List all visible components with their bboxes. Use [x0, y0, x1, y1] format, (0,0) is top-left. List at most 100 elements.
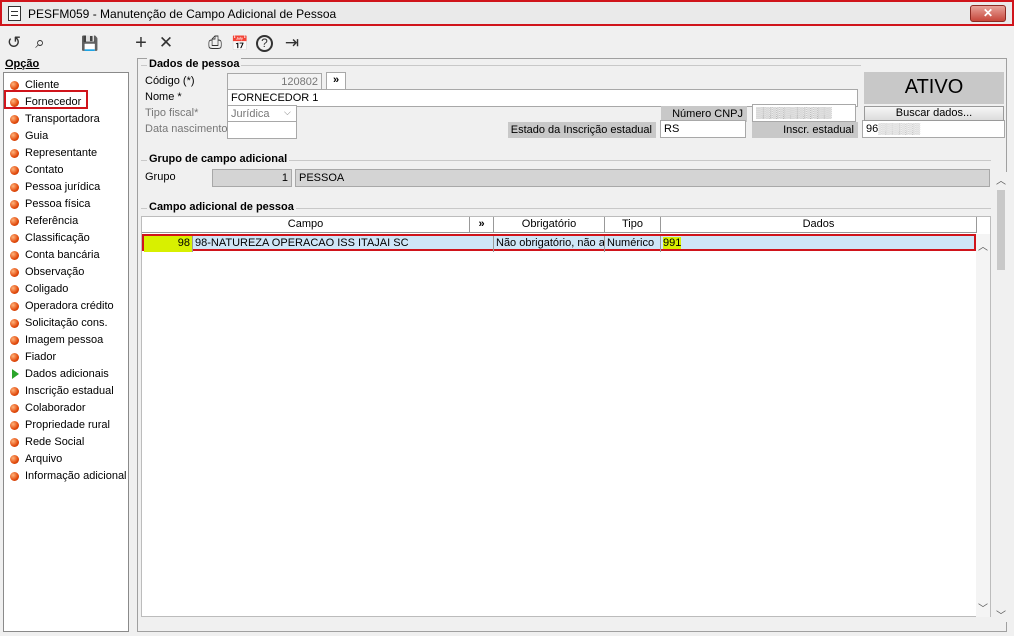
option-fiador[interactable]: Fiador	[8, 349, 126, 366]
option-pessoa-juridica[interactable]: Pessoa jurídica	[8, 179, 126, 196]
grupo-group: Grupo de campo adicional	[141, 153, 991, 165]
option-imagem-pessoa[interactable]: Imagem pessoa	[8, 332, 126, 349]
bullet-icon	[10, 472, 19, 481]
option-contato[interactable]: Contato	[8, 162, 126, 179]
option-guia[interactable]: Guia	[8, 128, 126, 145]
grupo-code-field[interactable]: 1	[212, 169, 292, 187]
options-list: Cliente Fornecedor Transportadora Guia R…	[3, 72, 129, 632]
title-bar: PESFM059 - Manutenção de Campo Adicional…	[0, 0, 1014, 26]
option-propriedade-rural[interactable]: Propriedade rural	[8, 417, 126, 434]
row-obrigatorio: Não obrigatório, não a	[494, 236, 605, 252]
row-tipo: Numérico	[605, 236, 661, 252]
document-icon	[8, 6, 21, 21]
add-icon[interactable]: +	[131, 33, 151, 54]
inscr-estadual-redacted: ▒▒▒▒▒▒	[878, 123, 920, 135]
nome-label: Nome *	[145, 91, 182, 103]
col-dados-header[interactable]: Dados	[661, 217, 977, 233]
bullet-icon	[10, 438, 19, 447]
grupo-name-field: PESSOA	[295, 169, 990, 187]
inscr-estadual-field[interactable]: 96▒▒▒▒▒▒	[862, 120, 1005, 138]
option-observacao[interactable]: Observação	[8, 264, 126, 281]
search-icon[interactable]: ⌕	[30, 34, 50, 54]
campo-grid: Campo » Obrigatório Tipo Dados 98 98-NAT…	[141, 216, 991, 617]
bullet-icon	[10, 285, 19, 294]
panel-scrollbar[interactable]: ︿ ﹀	[994, 172, 1008, 622]
inscr-estadual-label: Inscr. estadual	[752, 122, 858, 138]
option-dados-adicionais[interactable]: Dados adicionais	[8, 366, 126, 383]
option-transportadora[interactable]: Transportadora	[8, 111, 126, 128]
dados-pessoa-title: Dados de pessoa	[147, 58, 242, 70]
option-pessoa-fisica[interactable]: Pessoa física	[8, 196, 126, 213]
inscr-estadual-value: 96	[866, 123, 879, 135]
campo-title: Campo adicional de pessoa	[147, 201, 296, 213]
bullet-icon	[10, 217, 19, 226]
bullet-icon	[10, 251, 19, 260]
option-rede-social[interactable]: Rede Social	[8, 434, 126, 451]
print-icon[interactable]: ⎙	[205, 34, 225, 54]
bullet-icon	[10, 200, 19, 209]
bullet-icon	[10, 81, 19, 90]
undo-icon[interactable]: ↺	[4, 34, 24, 54]
option-referencia[interactable]: Referência	[8, 213, 126, 230]
options-label: Opção	[5, 58, 40, 70]
campo-group: Campo adicional de pessoa	[141, 201, 991, 213]
col-tipo-header[interactable]: Tipo	[605, 217, 661, 233]
bullet-icon	[10, 149, 19, 158]
grupo-label: Grupo	[145, 171, 176, 183]
option-coligado[interactable]: Coligado	[8, 281, 126, 298]
bullet-icon	[10, 302, 19, 311]
row-code: 98	[144, 236, 193, 252]
cnpj-field[interactable]: ▒▒▒▒▒▒▒▒▒▒▒	[752, 104, 856, 122]
save-icon[interactable]: 💾	[80, 34, 100, 54]
remove-icon[interactable]: ✕	[156, 34, 176, 54]
row-campo-name: 98-NATUREZA OPERACAO ISS ITAJAI SC	[193, 236, 494, 252]
option-operadora-credito[interactable]: Operadora crédito	[8, 298, 126, 315]
option-informacao-adicional[interactable]: Informação adicional	[8, 468, 127, 485]
buscar-dados-button[interactable]: Buscar dados...	[864, 106, 1004, 121]
toolbar: ↺ ⌕ 💾 + ✕ ⎙ 📅 ? ⇥	[0, 26, 1014, 58]
data-nascimento-label: Data nascimento	[145, 123, 228, 135]
tipo-fiscal-label: Tipo fiscal*	[145, 107, 199, 119]
bullet-icon	[10, 353, 19, 362]
chevron-down-icon: ⌵	[284, 107, 291, 117]
exit-icon[interactable]: ⇥	[282, 34, 302, 54]
estado-ie-field[interactable]: RS	[660, 120, 746, 138]
bullet-icon	[10, 268, 19, 277]
data-nascimento-field[interactable]	[227, 121, 297, 139]
col-campo-header[interactable]: Campo	[142, 217, 470, 233]
col-expand-button[interactable]: »	[470, 217, 494, 233]
codigo-lookup-button[interactable]: »	[326, 72, 346, 90]
option-arquivo[interactable]: Arquivo	[8, 451, 126, 468]
fornecedor-highlight	[4, 90, 88, 109]
option-solicitacao-cons[interactable]: Solicitação cons.	[8, 315, 126, 332]
close-button[interactable]: ✕	[970, 5, 1006, 22]
option-inscricao-estadual[interactable]: Inscrição estadual	[8, 383, 126, 400]
bullet-icon	[10, 234, 19, 243]
scroll-down-icon[interactable]: ﹀	[978, 600, 988, 615]
bullet-icon	[10, 387, 19, 396]
codigo-label: Código (*)	[145, 75, 195, 87]
col-obrigatorio-header[interactable]: Obrigatório	[494, 217, 605, 233]
calendar-icon[interactable]: 📅	[230, 34, 250, 54]
option-conta-bancaria[interactable]: Conta bancária	[8, 247, 126, 264]
table-row[interactable]: 98 98-NATUREZA OPERACAO ISS ITAJAI SC Nã…	[142, 234, 976, 252]
bullet-icon	[10, 132, 19, 141]
option-classificacao[interactable]: Classificação	[8, 230, 126, 247]
bullet-icon	[10, 336, 19, 345]
grid-scrollbar[interactable]: ︿ ﹀	[976, 234, 990, 617]
bullet-icon	[10, 183, 19, 192]
scroll-down-icon[interactable]: ﹀	[996, 607, 1006, 622]
scroll-up-icon[interactable]: ︿	[978, 238, 988, 253]
status-badge: ATIVO	[864, 72, 1004, 104]
row-dados-input[interactable]: 991	[661, 236, 974, 252]
selected-arrow-icon	[12, 369, 19, 379]
option-colaborador[interactable]: Colaborador	[8, 400, 126, 417]
estado-ie-label: Estado da Inscrição estadual	[508, 122, 656, 138]
scroll-up-icon[interactable]: ︿	[996, 172, 1006, 187]
dados-pessoa-group: Dados de pessoa	[141, 58, 861, 70]
option-representante[interactable]: Representante	[8, 145, 126, 162]
help-icon[interactable]: ?	[256, 35, 273, 52]
scroll-thumb[interactable]	[997, 190, 1005, 270]
bullet-icon	[10, 115, 19, 124]
bullet-icon	[10, 319, 19, 328]
